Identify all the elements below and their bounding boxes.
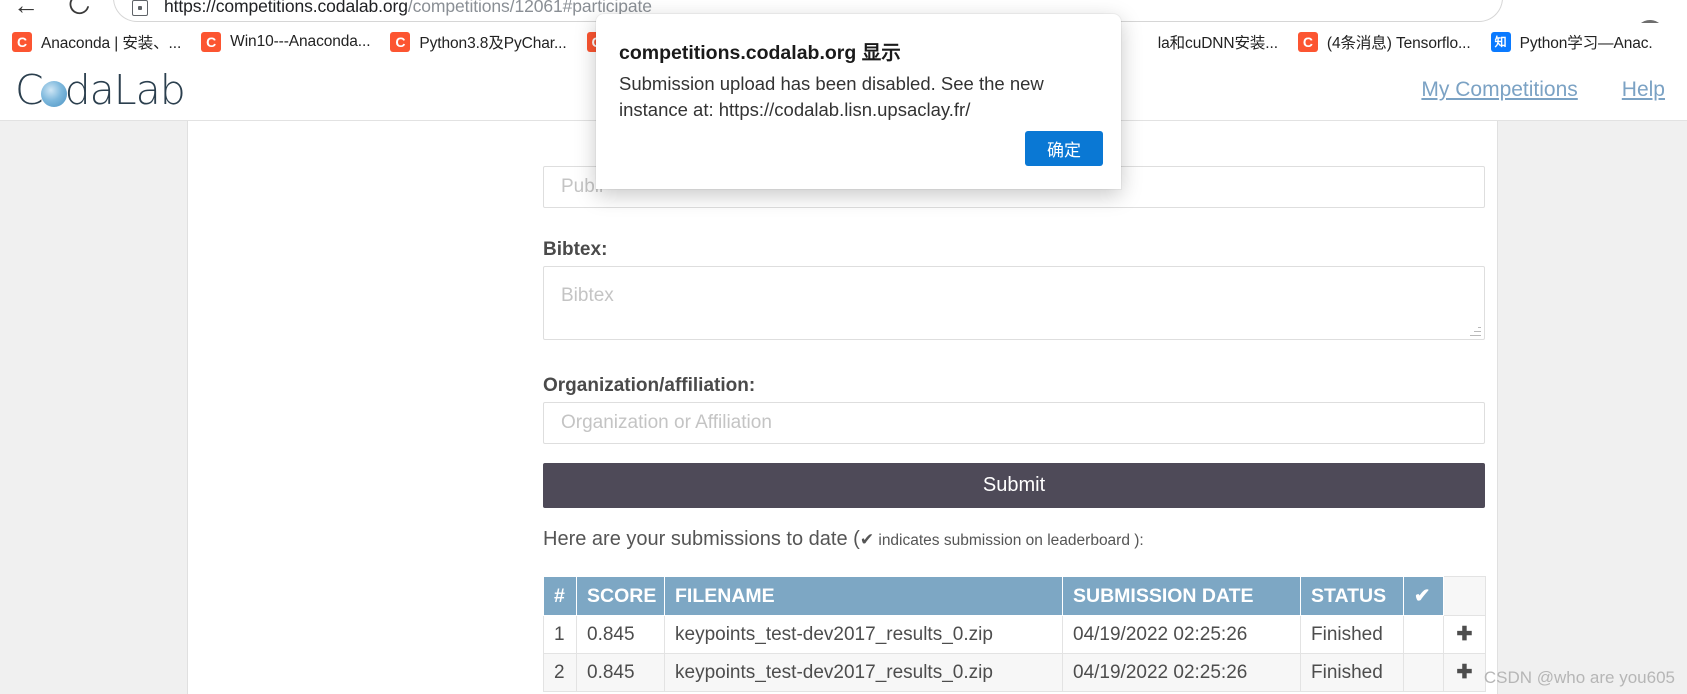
url-text: https://competitions.codalab.org/competi… — [164, 0, 652, 17]
col-actions — [1444, 577, 1486, 616]
watermark: CSDN @who are you605 — [1484, 668, 1675, 688]
bookmark-item[interactable]: la和cuDNN安装... — [1154, 27, 1288, 57]
submit-button[interactable]: Submit — [543, 463, 1485, 508]
leaderboard-check-icon: ✔ — [860, 530, 874, 549]
reload-icon[interactable] — [62, 0, 98, 21]
bookmark-label: Python学习—Anac. — [1520, 31, 1653, 53]
javascript-alert-dialog: competitions.codalab.org 显示 Submission u… — [596, 14, 1121, 189]
bookmark-label: (4条消息) Tensorflo... — [1327, 31, 1471, 53]
cell-score: 0.845 — [577, 616, 665, 654]
bookmark-item[interactable]: C Python3.8及PyChar... — [386, 27, 576, 57]
zhihu-favicon-icon: 知 — [1491, 32, 1511, 52]
csdn-favicon-icon: C — [1298, 32, 1318, 52]
table-row[interactable]: 2 0.845 keypoints_test-dev2017_results_0… — [544, 654, 1486, 692]
bookmark-item[interactable]: C Anaconda | 安装、... — [8, 27, 191, 57]
bibtex-textarea[interactable]: Bibtex — [543, 266, 1485, 340]
cell-score: 0.845 — [577, 654, 665, 692]
browser-window: ← https://competitions.codalab.org/compe… — [0, 0, 1687, 694]
expand-row-plus-icon[interactable]: ✚ — [1444, 616, 1486, 654]
submissions-intro: Here are your submissions to date (✔ ind… — [543, 528, 1144, 551]
col-leaderboard-check-icon: ✔ — [1404, 577, 1444, 616]
cell-status: Finished — [1301, 654, 1404, 692]
bookmark-item[interactable]: C Win10---Anaconda... — [197, 27, 380, 57]
codalab-logo[interactable]: CdaLab — [15, 66, 185, 114]
right-gutter — [1497, 121, 1687, 694]
dialog-message: Submission upload has been disabled. See… — [619, 71, 1097, 123]
submissions-table: # SCORE FILENAME SUBMISSION DATE STATUS … — [543, 576, 1486, 692]
table-header-row: # SCORE FILENAME SUBMISSION DATE STATUS … — [544, 577, 1486, 616]
bookmark-item[interactable]: C (4条消息) Tensorflo... — [1294, 27, 1481, 57]
col-status: STATUS — [1301, 577, 1404, 616]
bookmark-item[interactable]: 知 Python学习—Anac. — [1487, 27, 1663, 57]
bookmark-label: Win10---Anaconda... — [230, 33, 370, 51]
col-submission-date: SUBMISSION DATE — [1063, 577, 1301, 616]
nav-my-competitions[interactable]: My Competitions — [1421, 78, 1577, 102]
cell-leaderboard — [1404, 616, 1444, 654]
nav-help[interactable]: Help — [1622, 78, 1665, 102]
bookmark-label: la和cuDNN安装... — [1158, 31, 1278, 53]
col-score: SCORE — [577, 577, 665, 616]
expand-row-plus-icon[interactable]: ✚ — [1444, 654, 1486, 692]
organization-placeholder: Organization or Affiliation — [561, 412, 772, 434]
dialog-title: competitions.codalab.org 显示 — [619, 36, 901, 65]
cell-number: 1 — [544, 616, 577, 654]
cell-filename: keypoints_test-dev2017_results_0.zip — [665, 654, 1063, 692]
col-filename: FILENAME — [665, 577, 1063, 616]
csdn-favicon-icon: C — [390, 32, 410, 52]
cell-number: 2 — [544, 654, 577, 692]
main-content: Publi Bibtex: Bibtex Organization/affili… — [188, 121, 1497, 694]
cell-status: Finished — [1301, 616, 1404, 654]
cell-filename: keypoints_test-dev2017_results_0.zip — [665, 616, 1063, 654]
bookmark-label: Anaconda | 安装、... — [41, 31, 181, 53]
bookmark-label: Python3.8及PyChar... — [419, 31, 566, 53]
bibtex-placeholder: Bibtex — [561, 285, 614, 307]
csdn-favicon-icon: C — [12, 32, 32, 52]
cell-date: 04/19/2022 02:25:26 — [1063, 654, 1301, 692]
cell-leaderboard — [1404, 654, 1444, 692]
col-number: # — [544, 577, 577, 616]
resize-handle-icon[interactable] — [1470, 325, 1481, 336]
site-nav: My Competitions Help — [1421, 78, 1665, 102]
table-row[interactable]: 1 0.845 keypoints_test-dev2017_results_0… — [544, 616, 1486, 654]
csdn-favicon-icon: C — [201, 32, 221, 52]
organization-input[interactable]: Organization or Affiliation — [543, 402, 1485, 444]
bibtex-label: Bibtex: — [543, 239, 607, 261]
logo-dot-icon — [41, 81, 67, 107]
cell-date: 04/19/2022 02:25:26 — [1063, 616, 1301, 654]
organization-label: Organization/affiliation: — [543, 375, 755, 397]
back-arrow-icon[interactable]: ← — [8, 0, 44, 22]
dialog-confirm-button[interactable]: 确定 — [1025, 131, 1103, 166]
left-gutter — [0, 121, 188, 694]
site-info-icon[interactable] — [132, 0, 148, 16]
